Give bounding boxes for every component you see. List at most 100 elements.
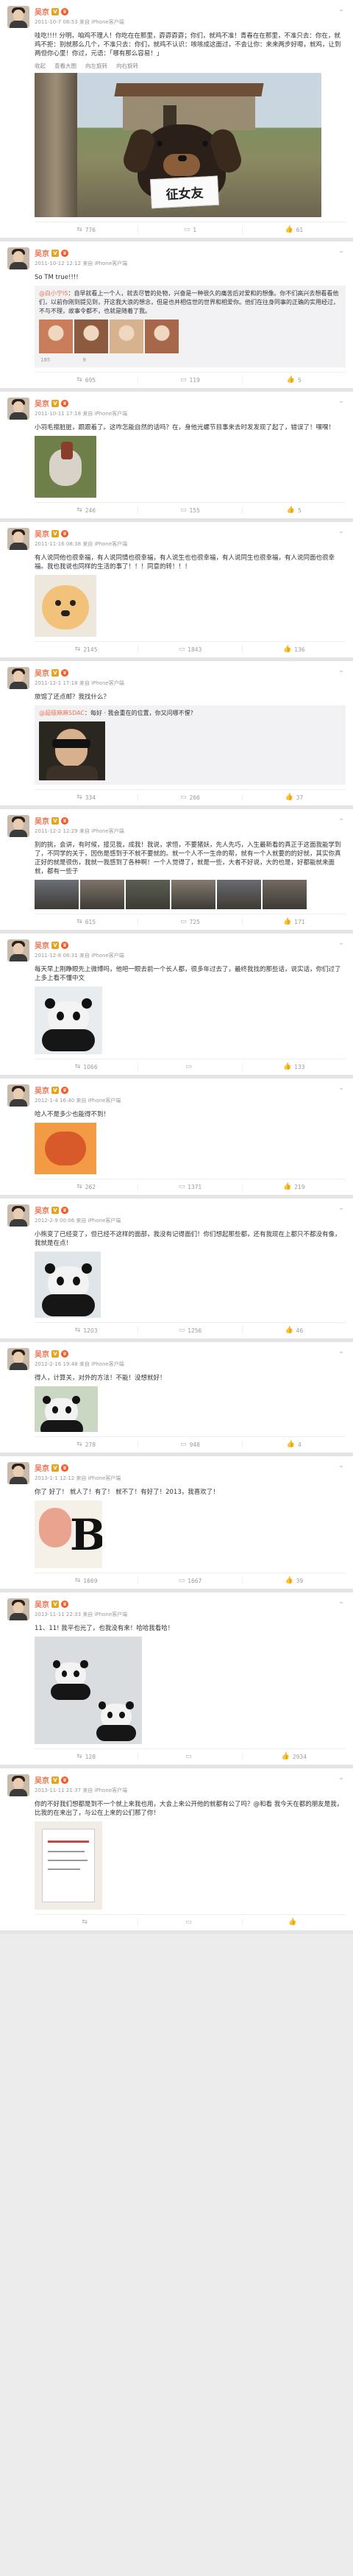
avatar[interactable] — [7, 398, 29, 420]
user-name[interactable]: 吴京 — [35, 1774, 49, 1785]
repost-button[interactable]: ⇆ — [35, 1919, 138, 1926]
repost-button[interactable]: ⇆ 1066 — [35, 1063, 138, 1070]
comment-button[interactable]: ▭ 1256 — [138, 1327, 241, 1334]
like-button[interactable]: 👍 136 — [243, 646, 346, 653]
collapse-button[interactable]: 收起 — [35, 62, 46, 70]
repost-button[interactable]: ⇆ 615 — [35, 918, 138, 925]
repost-button[interactable]: ⇆ 1669 — [35, 1577, 138, 1584]
like-button[interactable]: 👍 133 — [243, 1063, 346, 1070]
chevron-down-icon[interactable]: ⌄ — [337, 1084, 346, 1092]
chevron-down-icon[interactable]: ⌄ — [337, 667, 346, 674]
repost-button[interactable]: ⇆ 334 — [35, 794, 138, 801]
repost-button[interactable]: ⇆ 1203 — [35, 1327, 138, 1334]
chevron-down-icon[interactable]: ⌄ — [337, 1462, 346, 1469]
comment-button[interactable]: ▭ 155 — [138, 507, 241, 514]
avatar[interactable] — [7, 247, 29, 269]
like-button[interactable]: 👍 39 — [243, 1577, 346, 1584]
avatar[interactable] — [7, 6, 29, 28]
user-name[interactable]: 吴京 — [35, 1598, 49, 1609]
thumbnail-image[interactable] — [80, 880, 124, 909]
thumbnail-image[interactable] — [217, 880, 261, 909]
like-button[interactable]: 👍 219 — [243, 1183, 346, 1190]
user-name[interactable]: 吴京 — [35, 1462, 49, 1473]
thumbnail-image[interactable] — [171, 880, 215, 909]
post-image[interactable] — [35, 1637, 346, 1744]
avatar[interactable] — [7, 1598, 29, 1620]
chevron-down-icon[interactable]: ⌄ — [337, 815, 346, 822]
post-image[interactable]: B — [35, 1500, 346, 1568]
comment-button[interactable]: ▭ 1843 — [138, 646, 241, 653]
repost-author[interactable]: @超级麻麻SDAC — [39, 710, 85, 716]
avatar[interactable] — [7, 528, 29, 550]
chevron-down-icon[interactable]: ⌄ — [337, 1348, 346, 1355]
repost-button[interactable]: ⇆ 2145 — [35, 646, 138, 653]
thumbnail-image[interactable] — [126, 880, 170, 909]
chevron-down-icon[interactable]: ⌄ — [337, 1204, 346, 1212]
comment-button[interactable]: ▭ — [138, 1919, 241, 1926]
chevron-down-icon[interactable]: ⌄ — [337, 939, 346, 947]
thumbnail-image[interactable] — [74, 320, 108, 353]
repost-button[interactable]: ⇆ 278 — [35, 1441, 138, 1448]
like-button[interactable]: 👍 5 — [243, 507, 346, 514]
avatar[interactable] — [7, 939, 29, 961]
like-button[interactable]: 👍 37 — [243, 794, 346, 801]
user-name[interactable]: 吴京 — [35, 815, 49, 826]
post-image[interactable] — [35, 1252, 346, 1318]
comment-button[interactable]: ▭ 119 — [138, 376, 241, 384]
post-image[interactable] — [35, 1386, 346, 1432]
comment-button[interactable]: ▭ 725 — [138, 918, 241, 925]
user-name[interactable]: 吴京 — [35, 1084, 49, 1095]
avatar[interactable] — [7, 667, 29, 689]
user-name[interactable]: 吴京 — [35, 667, 49, 678]
avatar[interactable] — [7, 815, 29, 837]
view-large-button[interactable]: 查看大图 — [54, 62, 76, 70]
repost-button[interactable]: ⇆ 695 — [35, 376, 138, 384]
avatar[interactable] — [7, 1774, 29, 1796]
thumbnail-image[interactable] — [39, 320, 73, 353]
like-button[interactable]: 👍 4 — [243, 1441, 346, 1448]
post-image[interactable] — [35, 1821, 346, 1910]
user-name[interactable]: 吴京 — [35, 528, 49, 539]
comment-button[interactable]: ▭ 948 — [138, 1441, 241, 1448]
comment-button[interactable]: ▭ 1667 — [138, 1577, 241, 1584]
chevron-down-icon[interactable]: ⌄ — [337, 1598, 346, 1606]
post-image[interactable] — [35, 1123, 346, 1174]
avatar[interactable] — [7, 1462, 29, 1484]
like-button[interactable]: 👍 171 — [243, 918, 346, 925]
avatar[interactable] — [7, 1084, 29, 1107]
avatar[interactable] — [7, 1348, 29, 1370]
chevron-down-icon[interactable]: ⌄ — [337, 398, 346, 405]
repost-button[interactable]: ⇆ 246 — [35, 507, 138, 514]
comment-button[interactable]: ▭ 266 — [138, 794, 241, 801]
user-name[interactable]: 吴京 — [35, 1204, 49, 1215]
user-name[interactable]: 吴京 — [35, 939, 49, 950]
repost-button[interactable]: ⇆ 776 — [35, 226, 138, 233]
like-button[interactable]: 👍 2934 — [243, 1753, 346, 1760]
repost-button[interactable]: ⇆ 128 — [35, 1753, 138, 1760]
repost-image[interactable] — [39, 721, 341, 780]
avatar[interactable] — [7, 1204, 29, 1227]
comment-button[interactable]: ▭ 1 — [138, 226, 241, 233]
post-image[interactable] — [35, 575, 346, 637]
comment-button[interactable]: ▭ — [138, 1753, 241, 1760]
thumbnail-image[interactable] — [263, 880, 307, 909]
thumbnail-image[interactable] — [35, 880, 79, 909]
rotate-right-button[interactable]: 向右旋转 — [116, 62, 138, 70]
post-image[interactable] — [35, 987, 346, 1054]
post-image[interactable] — [35, 436, 346, 498]
user-name[interactable]: 吴京 — [35, 6, 49, 17]
thumbnail-image[interactable] — [145, 320, 179, 353]
comment-button[interactable]: ▭ — [138, 1063, 241, 1070]
rotate-left-button[interactable]: 向左旋转 — [85, 62, 107, 70]
user-name[interactable]: 吴京 — [35, 1348, 49, 1359]
like-button[interactable]: 👍 46 — [243, 1327, 346, 1334]
chevron-down-icon[interactable]: ⌄ — [337, 528, 346, 535]
post-image[interactable]: 征女友 — [35, 73, 321, 217]
repost-button[interactable]: ⇆ 262 — [35, 1183, 138, 1190]
repost-author[interactable]: @白小宁IS — [39, 290, 68, 297]
like-button[interactable]: 👍 61 — [243, 226, 346, 233]
like-button[interactable]: 👍 5 — [243, 376, 346, 384]
thumbnail-image[interactable] — [110, 320, 143, 353]
like-button[interactable]: 👍 — [243, 1919, 346, 1926]
chevron-down-icon[interactable]: ⌄ — [337, 1774, 346, 1782]
